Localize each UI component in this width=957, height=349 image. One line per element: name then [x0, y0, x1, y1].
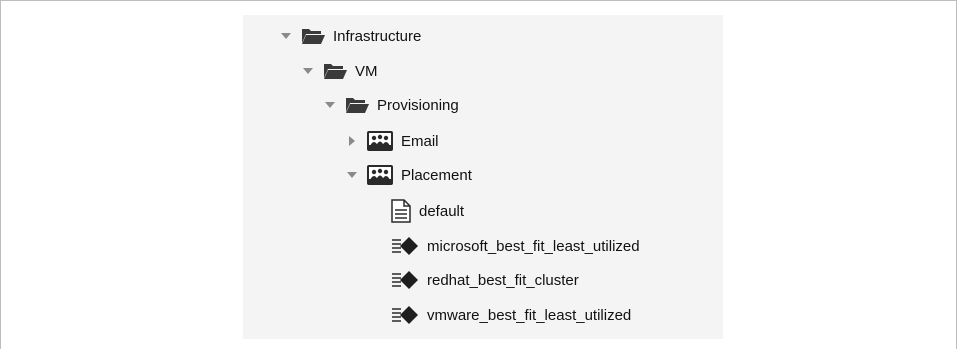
tree-node-placement[interactable]: Placement — [345, 160, 472, 190]
tree-node-label: Email — [401, 132, 439, 150]
collapse-arrow-icon[interactable] — [345, 134, 359, 148]
expand-arrow-icon[interactable] — [345, 168, 359, 182]
folder-open-icon — [345, 96, 369, 114]
tree-node-label: Placement — [401, 166, 472, 184]
tree-node-method-vmware[interactable]: vmware_best_fit_least_utilized — [391, 300, 631, 330]
tree-node-label: VM — [355, 62, 378, 80]
tree-panel: Infrastructure VM Provisioning Email Pla… — [243, 15, 723, 339]
tree-node-label: redhat_best_fit_cluster — [427, 271, 579, 289]
folder-open-icon — [301, 27, 325, 45]
tree-node-label: Provisioning — [377, 96, 459, 114]
class-icon — [367, 131, 393, 151]
method-icon — [391, 305, 419, 325]
tree-node-method-redhat[interactable]: redhat_best_fit_cluster — [391, 265, 579, 295]
method-icon — [391, 270, 419, 290]
expand-arrow-icon[interactable] — [323, 98, 337, 112]
expand-arrow-icon[interactable] — [279, 29, 293, 43]
tree-node-label: default — [419, 202, 465, 220]
tree-node-label: microsoft_best_fit_least_utilized — [427, 237, 640, 255]
instance-document-icon — [391, 199, 411, 223]
folder-open-icon — [323, 62, 347, 80]
page: Infrastructure VM Provisioning Email Pla… — [0, 0, 957, 349]
tree-node-label: Infrastructure — [333, 27, 422, 45]
expand-arrow-icon[interactable] — [301, 64, 315, 78]
tree-node-infrastructure[interactable]: Infrastructure — [279, 21, 421, 51]
tree-node-label: vmware_best_fit_least_utilized — [427, 306, 632, 324]
method-icon — [391, 236, 419, 256]
tree-node-vm[interactable]: VM — [301, 56, 378, 86]
tree-node-provisioning[interactable]: Provisioning — [323, 90, 459, 120]
tree-node-method-microsoft[interactable]: microsoft_best_fit_least_utilized — [391, 231, 640, 261]
tree-node-default[interactable]: default — [391, 196, 464, 226]
class-icon — [367, 165, 393, 185]
tree-node-email[interactable]: Email — [345, 126, 439, 156]
